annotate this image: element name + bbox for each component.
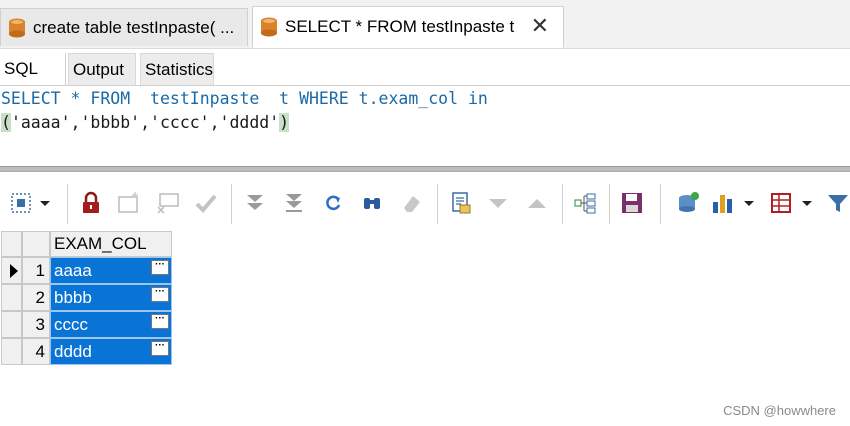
cell-value: bbbb: [54, 288, 92, 307]
filter-down-icon[interactable]: [485, 190, 511, 216]
row-number-header: [22, 231, 50, 257]
filter-up-icon[interactable]: [524, 190, 550, 216]
delete-record-icon[interactable]: [155, 190, 181, 216]
tab-label: SELECT * FROM testInpaste t: [285, 17, 515, 36]
cell-ellipsis-button[interactable]: ···: [151, 287, 169, 302]
sql-line-2: ('aaaa','bbbb','cccc','dddd'): [1, 113, 290, 132]
insert-record-icon[interactable]: [116, 190, 142, 216]
database-icon: [9, 18, 25, 37]
row-number: 1: [22, 257, 50, 284]
chart-icon[interactable]: [710, 190, 736, 216]
cell-ellipsis-button[interactable]: ···: [151, 260, 169, 275]
watermark: CSDN @howwhere: [723, 403, 836, 418]
post-edit-icon[interactable]: [193, 190, 219, 216]
cell-value: cccc: [54, 315, 88, 334]
current-row-arrow-icon: [10, 264, 18, 278]
sub-tab-bar: SQL Output Statistics: [0, 53, 850, 86]
close-icon[interactable]: ✕: [531, 15, 549, 37]
chevron-down-icon[interactable]: [740, 190, 758, 216]
grid-cell[interactable]: aaaa ···: [50, 257, 172, 284]
chevron-down-icon[interactable]: [798, 190, 816, 216]
save-icon[interactable]: [619, 190, 645, 216]
tab-sql[interactable]: SQL: [0, 53, 66, 85]
first-record-icon[interactable]: [242, 190, 268, 216]
row-indicator: [1, 311, 22, 338]
cell-value: aaaa: [54, 261, 92, 280]
clear-icon[interactable]: [398, 190, 424, 216]
editor-splitter[interactable]: [0, 166, 850, 172]
tab-output[interactable]: Output: [68, 53, 136, 85]
grid-toolbar: [0, 180, 850, 228]
sql-editor[interactable]: SELECT * FROM testInpaste t WHERE t.exam…: [0, 86, 850, 166]
select-cells-icon[interactable]: [8, 190, 34, 216]
last-record-icon[interactable]: [281, 190, 307, 216]
refresh-icon[interactable]: [320, 190, 346, 216]
find-icon[interactable]: [359, 190, 385, 216]
grid-corner: [1, 231, 22, 257]
cell-ellipsis-button[interactable]: ···: [151, 341, 169, 356]
tab-statistics[interactable]: Statistics: [140, 53, 214, 85]
tab-select-query[interactable]: SELECT * FROM testInpaste t ✕: [252, 6, 564, 48]
tab-label: create table testInpaste( ...: [33, 17, 235, 37]
row-indicator: [1, 338, 22, 365]
document-tab-bar: create table testInpaste( ... SELECT * F…: [0, 0, 850, 49]
chevron-down-icon[interactable]: [36, 190, 54, 216]
cell-value: dddd: [54, 342, 92, 361]
table-grid-icon[interactable]: [768, 190, 794, 216]
row-indicator: [1, 284, 22, 311]
lock-icon[interactable]: [78, 190, 104, 216]
grid-cell[interactable]: bbbb ···: [50, 284, 172, 311]
query-tree-icon[interactable]: [572, 190, 598, 216]
sql-line-1: SELECT * FROM testInpaste t WHERE t.exam…: [1, 89, 488, 108]
grid-cell[interactable]: dddd ···: [50, 338, 172, 365]
record-view-icon[interactable]: [448, 190, 474, 216]
filter-icon[interactable]: [826, 190, 850, 216]
cell-ellipsis-button[interactable]: ···: [151, 314, 169, 329]
row-number: 2: [22, 284, 50, 311]
tab-create-table[interactable]: create table testInpaste( ...: [0, 8, 248, 46]
database-icon: [261, 17, 277, 37]
row-number: 3: [22, 311, 50, 338]
grid-cell[interactable]: cccc ···: [50, 311, 172, 338]
row-number: 4: [22, 338, 50, 365]
export-db-icon[interactable]: [675, 190, 701, 216]
column-header-exam-col[interactable]: EXAM_COL: [50, 231, 172, 257]
row-indicator: [1, 257, 22, 284]
